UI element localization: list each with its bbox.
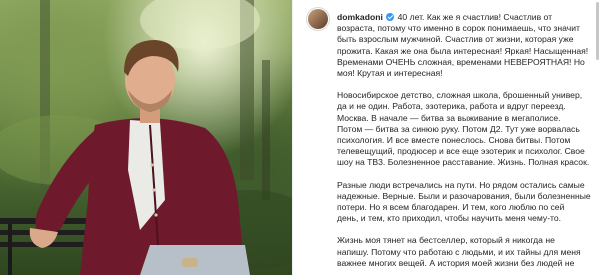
caption-line: да и не один. Работа, эзотерика, работа … [337, 101, 566, 112]
caption-paragraph-4: Жизнь моя тянет на бестселлер, который я… [337, 235, 599, 269]
caption-line: прожита. Какая же она была интересная! Я… [337, 45, 589, 56]
verified-badge-icon [386, 13, 395, 21]
caption-line: надежные. Верные. Были и разочарования, … [337, 190, 591, 201]
caption-line: Разные люди встречались на пути. Но рядо… [337, 179, 585, 190]
caption-paragraph-2: Новосибирское детство, сложная школа, бр… [337, 90, 599, 168]
photo-illustration [0, 0, 292, 275]
caption-line: возраста, потому что именно в сорок пони… [337, 23, 580, 34]
username-link[interactable]: domkadoni [337, 12, 383, 22]
caption-line: Москва. В начале — битва за выживание в … [337, 112, 561, 123]
caption-line: Новосибирское детство, сложная школа, бр… [337, 90, 583, 101]
caption-paragraph-1: domkadoni 40 лет. Как же я счастлив! Сча… [337, 12, 599, 79]
caption-first-line: domkadoni 40 лет. Как же я счастлив! Сча… [337, 12, 599, 23]
caption-paragraph-3: Разные люди встречались на пути. Но рядо… [337, 180, 599, 225]
caption-line: Временами ОЧЕНЬ сложная, временами НЕВЕР… [337, 56, 585, 67]
caption-panel: domkadoni 40 лет. Как же я счастлив! Сча… [292, 0, 600, 275]
avatar[interactable] [308, 9, 328, 29]
caption-line: день, и тем, кто приходил, чтобы научить… [337, 213, 562, 224]
caption-line: психология. И все вместе понеслось. Снов… [337, 135, 571, 146]
caption-line: шоу на ТВ3. Болезненное расставание. Жиз… [337, 157, 590, 168]
caption-line: Потом — битва за синюю руку. Потом Д2. Т… [337, 123, 580, 134]
caption-line: важнее многих вещей. А история моей жизн… [337, 257, 575, 268]
caption-line: 40 лет. Как же я счастлив! Счастлив от [395, 12, 553, 22]
caption-line: потери. Но я всем благодарен. И тем, ког… [337, 202, 565, 213]
post-photo[interactable] [0, 0, 292, 275]
caption-line: моя! Крутая и интересная! [337, 68, 443, 79]
caption-line: напишу. Потому что работаю с людьми, и и… [337, 246, 581, 257]
caption-text: domkadoni 40 лет. Как же я счастлив! Сча… [337, 12, 599, 275]
caption-line: быть взрослым мужчиной. Счастлив от жизн… [337, 34, 574, 45]
caption-line: телевещущий, продюсер и все еще эзотерик… [337, 146, 585, 157]
instagram-post: domkadoni 40 лет. Как же я счастлив! Сча… [0, 0, 600, 275]
caption-line: Жизнь моя тянет на бестселлер, который я… [337, 235, 555, 246]
